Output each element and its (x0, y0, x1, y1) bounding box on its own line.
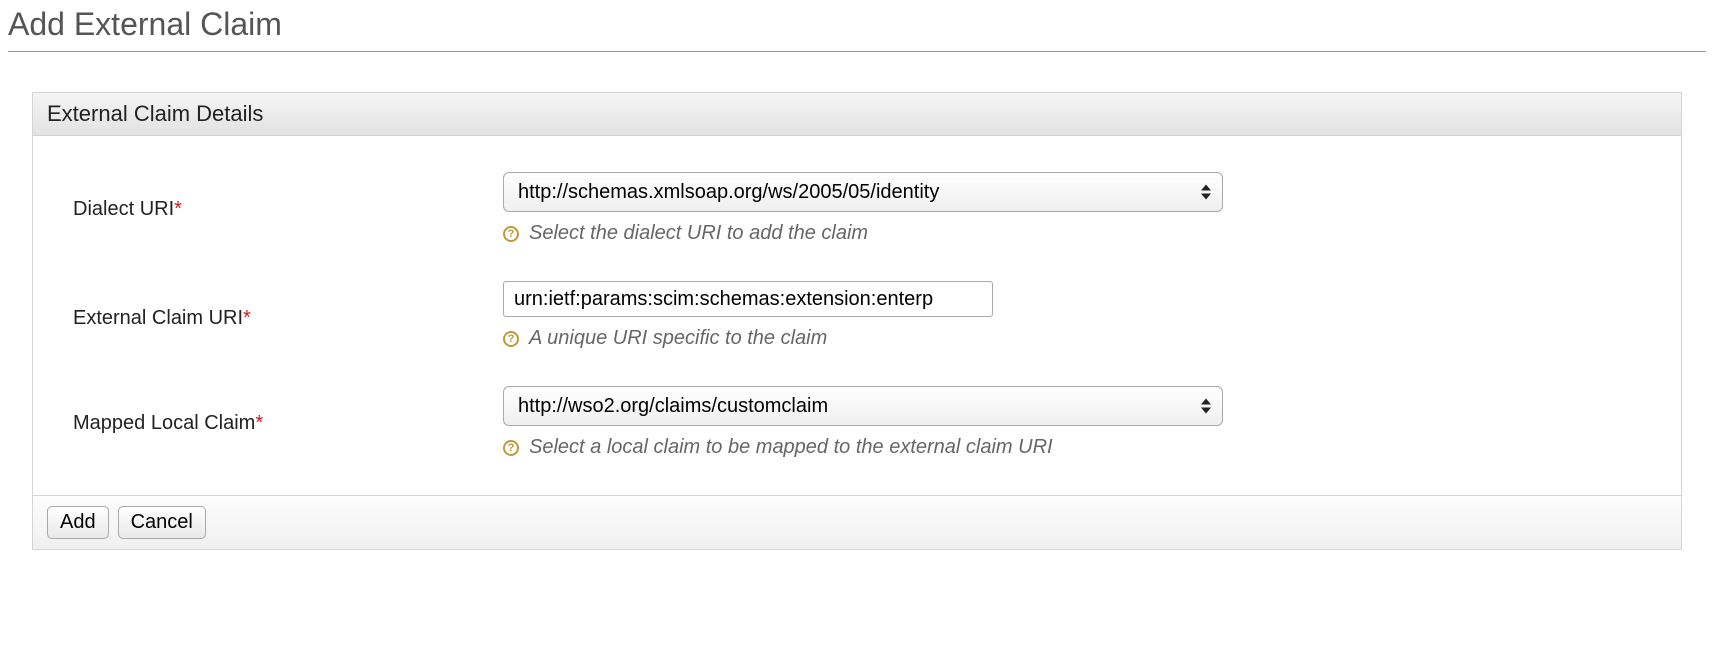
required-marker: * (255, 412, 263, 434)
label-text: External Claim URI (73, 307, 243, 329)
dialect-uri-field: http://schemas.xmlsoap.org/ws/2005/05/id… (503, 172, 1641, 245)
row-mapped-local-claim: Mapped Local Claim* http://wso2.org/clai… (73, 386, 1641, 459)
help-icon: ? (503, 226, 519, 242)
label-text: Mapped Local Claim (73, 412, 255, 434)
mapped-local-claim-hint: ? Select a local claim to be mapped to t… (503, 436, 1641, 459)
dialect-uri-label: Dialect URI* (73, 172, 503, 221)
panel-body: Dialect URI* http://schemas.xmlsoap.org/… (33, 136, 1681, 495)
hint-text: A unique URI specific to the claim (529, 327, 827, 350)
add-button[interactable]: Add (47, 506, 109, 539)
page-title: Add External Claim (8, 0, 1706, 52)
cancel-button[interactable]: Cancel (118, 506, 206, 539)
hint-text: Select the dialect URI to add the claim (529, 222, 868, 245)
row-dialect-uri: Dialect URI* http://schemas.xmlsoap.org/… (73, 172, 1641, 245)
external-claim-uri-label: External Claim URI* (73, 281, 503, 330)
external-claim-uri-field: ? A unique URI specific to the claim (503, 281, 1641, 350)
panel-footer: Add Cancel (33, 495, 1681, 549)
hint-text: Select a local claim to be mapped to the… (529, 436, 1053, 459)
mapped-local-claim-select-wrap: http://wso2.org/claims/customclaim (503, 386, 1223, 426)
dialect-uri-select[interactable]: http://schemas.xmlsoap.org/ws/2005/05/id… (503, 172, 1223, 212)
row-external-claim-uri: External Claim URI* ? A unique URI speci… (73, 281, 1641, 350)
label-text: Dialect URI (73, 198, 174, 220)
external-claim-uri-input[interactable] (503, 281, 993, 317)
external-claim-uri-hint: ? A unique URI specific to the claim (503, 327, 1641, 350)
required-marker: * (174, 198, 182, 220)
mapped-local-claim-select[interactable]: http://wso2.org/claims/customclaim (503, 386, 1223, 426)
dialect-uri-select-wrap: http://schemas.xmlsoap.org/ws/2005/05/id… (503, 172, 1223, 212)
help-icon: ? (503, 331, 519, 347)
mapped-local-claim-field: http://wso2.org/claims/customclaim ? Sel… (503, 386, 1641, 459)
external-claim-panel: External Claim Details Dialect URI* http… (32, 92, 1682, 550)
dialect-uri-hint: ? Select the dialect URI to add the clai… (503, 222, 1641, 245)
panel-title: External Claim Details (33, 93, 1681, 136)
mapped-local-claim-label: Mapped Local Claim* (73, 386, 503, 435)
help-icon: ? (503, 440, 519, 456)
required-marker: * (243, 307, 251, 329)
